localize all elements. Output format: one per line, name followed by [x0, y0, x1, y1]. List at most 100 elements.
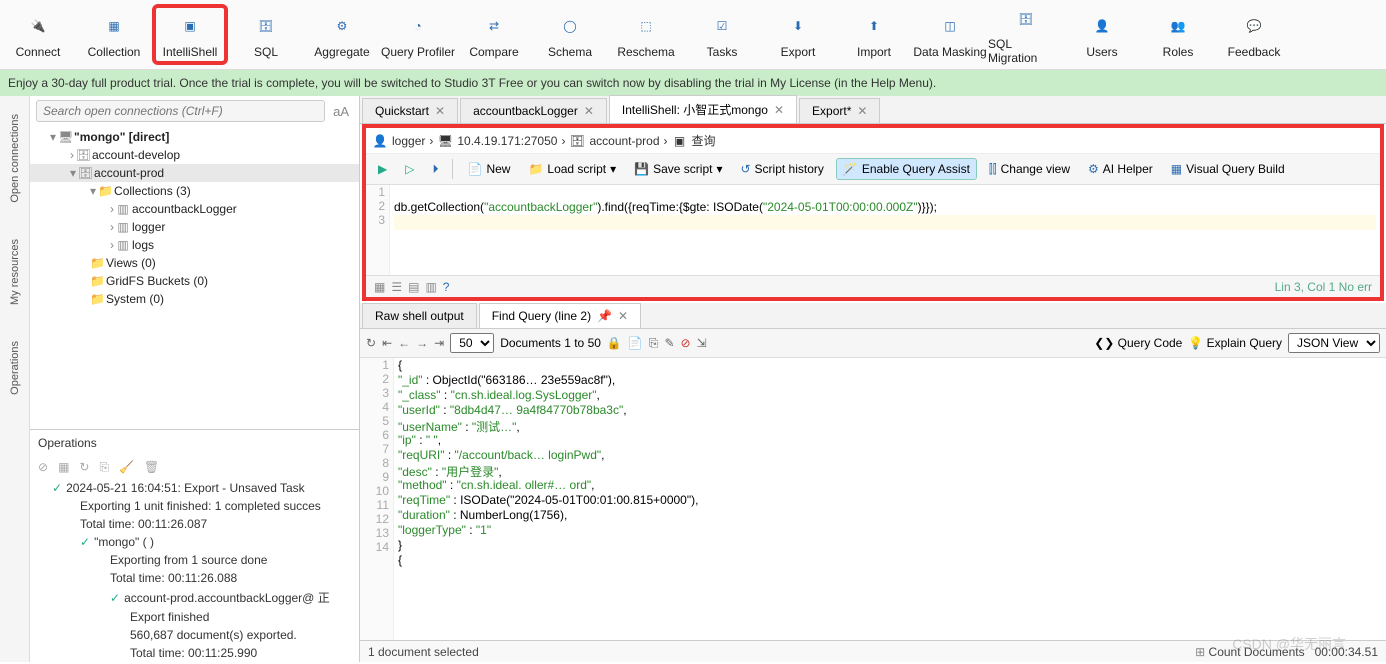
editor-tab[interactable]: Export*✕	[799, 98, 880, 123]
search-input[interactable]	[36, 100, 325, 122]
case-toggle[interactable]: aA	[329, 104, 353, 119]
operations-header: Operations	[30, 429, 359, 456]
result-toolbar: ↻ ⇤ ← → ⇥ 50 Documents 1 to 50 🔒 📄 ⎘ ✎ ⊘…	[360, 329, 1386, 358]
toolbar-intellishell[interactable]: ▣IntelliShell	[152, 4, 228, 65]
view-mode3-icon[interactable]: ▤	[408, 280, 419, 294]
ops-stop-icon[interactable]: ⊘	[38, 460, 48, 475]
db-icon: 🗄	[569, 133, 585, 149]
collection-icon: ▦	[99, 11, 129, 41]
close-icon[interactable]: ✕	[774, 103, 784, 117]
result-tabs: Raw shell output Find Query (line 2) 📌✕	[360, 303, 1386, 329]
breadcrumb: 👤 logger› 🖥 10.4.19.171:27050› 🗄 account…	[366, 128, 1380, 154]
side-tab-strip: Open connections My resources Operations	[0, 96, 30, 662]
change-view-button[interactable]: ⫿⫿Change view	[983, 159, 1076, 180]
editor-tab[interactable]: accountbackLogger✕	[460, 98, 607, 123]
code-editor[interactable]: 123 db.getCollection("accountbackLogger"…	[366, 185, 1380, 275]
toolbar-tasks[interactable]: ☑Tasks	[684, 4, 760, 65]
close-icon[interactable]: ✕	[618, 309, 628, 323]
next-page-icon[interactable]: →	[416, 336, 428, 350]
prev-page-icon[interactable]: ←	[398, 336, 410, 350]
editor-tab[interactable]: IntelliShell: 小智正式mongo✕	[609, 95, 797, 123]
feedback-icon: 💬	[1239, 11, 1269, 41]
operations-list: ✓2024-05-21 16:04:51: Export - Unsaved T…	[30, 479, 359, 662]
side-tab-my-resources[interactable]: My resources	[5, 221, 25, 323]
toolbar-compare[interactable]: ⇄Compare	[456, 4, 532, 65]
side-tab-operations[interactable]: Operations	[5, 323, 25, 413]
page-size-select[interactable]: 50	[450, 333, 494, 353]
side-tab-open-connections[interactable]: Open connections	[5, 96, 25, 221]
visual-query-builder-button[interactable]: ▦Visual Query Build	[1165, 159, 1291, 179]
close-icon[interactable]: ✕	[857, 104, 867, 118]
query-toolbar: ▶ ▷ ⏵ 📄New 📁Load script ▾ 💾Save script ▾…	[366, 154, 1380, 185]
add-doc-icon[interactable]: 📄	[628, 336, 643, 350]
delete-icon[interactable]: ⊘	[681, 336, 691, 350]
edit-icon[interactable]: ✎	[664, 336, 674, 350]
lock-icon[interactable]: 🔒	[607, 336, 622, 350]
main-toolbar: 🔌Connect▦Collection▣IntelliShell🗄SQL⚙Agg…	[0, 0, 1386, 70]
connect-icon: 🔌	[23, 11, 53, 41]
first-page-icon[interactable]: ⇤	[382, 336, 392, 350]
view-mode4-icon[interactable]: ▥	[425, 280, 436, 294]
toolbar-aggregate[interactable]: ⚙Aggregate	[304, 4, 380, 65]
save-script-button[interactable]: 💾Save script ▾	[628, 159, 728, 179]
refresh-icon[interactable]: ↻	[366, 336, 376, 350]
toolbar-datamasking[interactable]: ◫Data Masking	[912, 4, 988, 65]
schema-icon: ◯	[555, 11, 585, 41]
shell-icon: ▣	[672, 133, 688, 149]
editor-tabs: Quickstart✕accountbackLogger✕IntelliShel…	[360, 96, 1386, 124]
toolbar-reschema[interactable]: ⬚Reschema	[608, 4, 684, 65]
result-viewer[interactable]: 1234567891011121314 { "_id" : ObjectId("…	[360, 358, 1386, 640]
editor-tab[interactable]: Quickstart✕	[362, 98, 458, 123]
new-button[interactable]: 📄New	[461, 159, 516, 179]
server-icon: 🖥	[437, 133, 453, 149]
tab-find-query[interactable]: Find Query (line 2) 📌✕	[479, 303, 641, 328]
ai-helper-button[interactable]: ⚙AI Helper	[1082, 159, 1159, 179]
export-icon: ⬇	[783, 11, 813, 41]
run-button[interactable]: ▶	[372, 159, 393, 179]
toolbar-users[interactable]: 👤Users	[1064, 4, 1140, 65]
toolbar-connect[interactable]: 🔌Connect	[0, 4, 76, 65]
reschema-icon: ⬚	[631, 11, 661, 41]
main-area: Quickstart✕accountbackLogger✕IntelliShel…	[360, 96, 1386, 662]
last-page-icon[interactable]: ⇥	[434, 336, 444, 350]
enable-query-assist-button[interactable]: 🪄Enable Query Assist	[836, 158, 977, 180]
toolbar-feedback[interactable]: 💬Feedback	[1216, 4, 1292, 65]
toolbar-roles[interactable]: 👥Roles	[1140, 4, 1216, 65]
ops-view-icon[interactable]: ▦	[58, 460, 69, 475]
toolbar-queryprofiler[interactable]: ◔Query Profiler	[380, 4, 456, 65]
datamasking-icon: ◫	[935, 11, 965, 41]
close-icon[interactable]: ✕	[584, 104, 594, 118]
run-selection-button[interactable]: ▷	[399, 159, 420, 179]
script-history-button[interactable]: ↺Script history	[734, 159, 829, 179]
ops-filter-icon[interactable]: ⎘	[99, 460, 109, 475]
compare-icon: ⇄	[479, 11, 509, 41]
explain-query-button[interactable]: 💡 Explain Query	[1188, 336, 1282, 350]
roles-icon: 👥	[1163, 11, 1193, 41]
load-script-button[interactable]: 📁Load script ▾	[522, 159, 622, 179]
connection-tree[interactable]: ▾🖥"mongo" [direct] ›🗄account-develop ▾🗄a…	[30, 126, 359, 429]
toolbar-export[interactable]: ⬇Export	[760, 4, 836, 65]
query-code-button[interactable]: ❮❯ Query Code	[1094, 336, 1182, 350]
view-mode2-icon[interactable]: ☰	[391, 280, 402, 294]
help-icon[interactable]: ?	[443, 280, 450, 294]
doc-range-label: Documents 1 to 50	[500, 336, 601, 350]
operations-toolbar: ⊘ ▦ ↻ ⎘ 🧹 🗑	[30, 456, 359, 479]
view-mode-select[interactable]: JSON View	[1288, 333, 1380, 353]
tab-raw-shell[interactable]: Raw shell output	[362, 303, 477, 328]
pin-icon[interactable]: 📌	[597, 309, 612, 323]
toolbar-collection[interactable]: ▦Collection	[76, 4, 152, 65]
export-icon[interactable]: ⇲	[697, 336, 707, 350]
ops-clear-icon[interactable]: 🧹	[119, 460, 134, 475]
intellishell-icon: ▣	[175, 11, 205, 41]
toolbar-sql[interactable]: 🗄SQL	[228, 4, 304, 65]
run-lines-button[interactable]: ⏵	[426, 159, 444, 180]
sqlmigration-icon: 🗄	[1011, 4, 1041, 33]
copy-doc-icon[interactable]: ⎘	[649, 336, 659, 351]
ops-refresh-icon[interactable]: ↻	[79, 460, 89, 475]
toolbar-sqlmigration[interactable]: 🗄SQL Migration	[988, 4, 1064, 65]
ops-trash-icon[interactable]: 🗑	[144, 460, 159, 475]
view-mode-icon[interactable]: ▦	[374, 280, 385, 294]
close-icon[interactable]: ✕	[435, 104, 445, 118]
toolbar-import[interactable]: ⬆Import	[836, 4, 912, 65]
toolbar-schema[interactable]: ◯Schema	[532, 4, 608, 65]
